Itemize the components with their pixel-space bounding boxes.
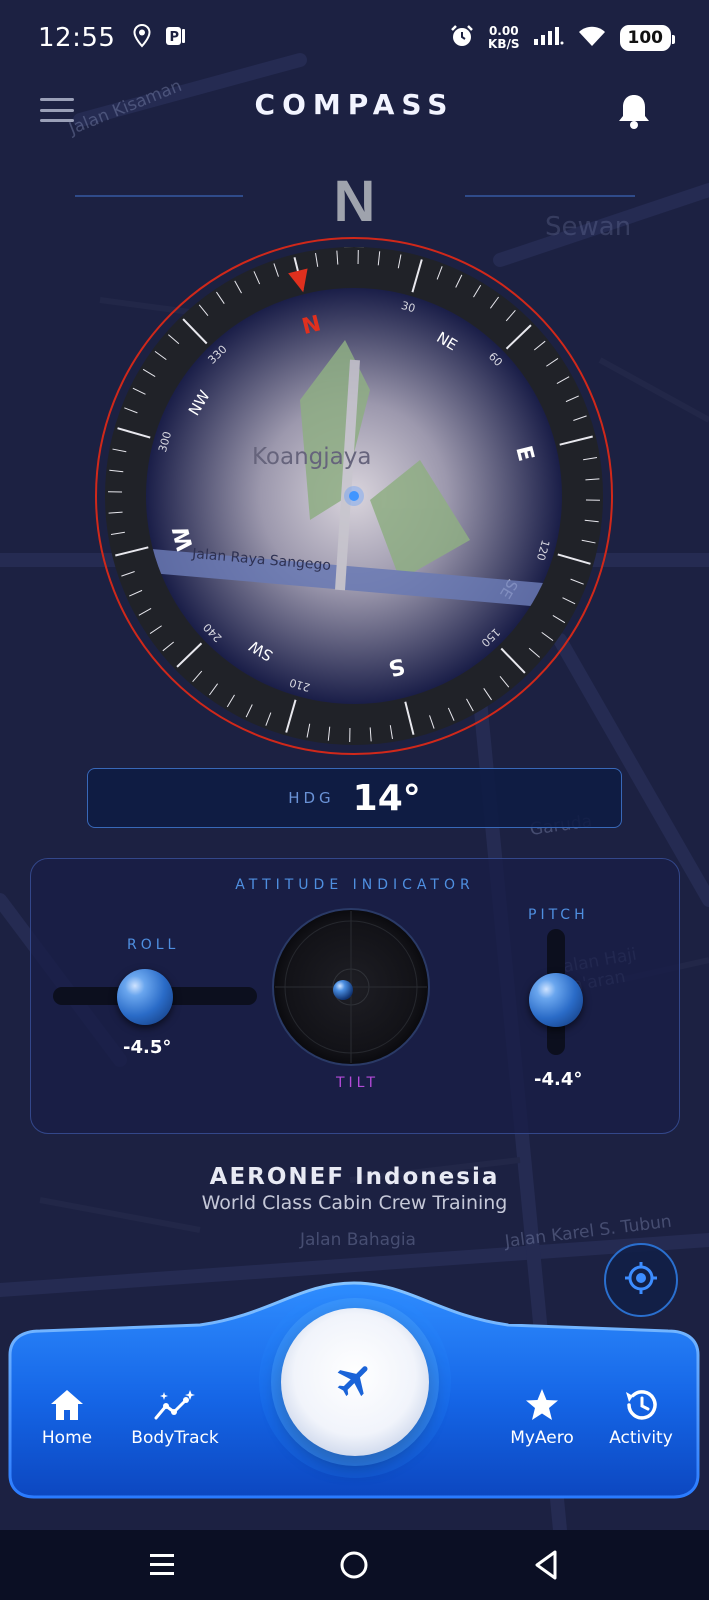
nav-activity-label: Activity xyxy=(609,1428,673,1448)
tilt-indicator xyxy=(271,907,431,1067)
heading-readout: HDG 14° xyxy=(87,768,622,828)
parking-app-icon: P xyxy=(165,26,187,50)
attitude-panel: ATTITUDE INDICATOR ROLL -4.5° TILT PITCH… xyxy=(30,858,680,1134)
net-speed-unit: KB/S xyxy=(488,37,520,51)
bottom-navigation: Home BodyTrack MyAero Activity xyxy=(0,1275,709,1535)
history-icon xyxy=(586,1385,696,1425)
alarm-icon xyxy=(450,24,474,52)
svg-text:P: P xyxy=(170,30,180,45)
roll-label: ROLL xyxy=(127,937,180,953)
app-header: COMPASS xyxy=(0,80,709,140)
attitude-title: ATTITUDE INDICATOR xyxy=(235,877,475,893)
compass-dial[interactable]: N NE E SE S SW W NW 30 60 120 150 210 240 300 330 Koang… xyxy=(0,160,709,760)
brand-tagline: World Class Cabin Crew Training xyxy=(201,1192,508,1214)
bell-icon[interactable] xyxy=(617,92,651,130)
map-label-place: Koangjaya xyxy=(252,444,372,470)
nav-home-label: Home xyxy=(41,1428,93,1448)
pitch-slider-knob[interactable] xyxy=(529,973,583,1027)
hdg-label: HDG xyxy=(288,789,335,807)
pitch-label: PITCH xyxy=(528,907,589,923)
tilt-label: TILT xyxy=(336,1075,380,1091)
home-icon xyxy=(12,1385,122,1425)
nav-myaero[interactable]: MyAero xyxy=(487,1385,597,1448)
location-pin-icon xyxy=(133,23,151,52)
nav-bodytrack[interactable]: BodyTrack xyxy=(120,1385,230,1448)
back-icon[interactable] xyxy=(527,1548,567,1582)
system-navigation-bar xyxy=(0,1530,709,1600)
center-flight-button[interactable] xyxy=(281,1308,429,1456)
brand-name: AERONEF Indonesia xyxy=(209,1164,500,1190)
net-speed: 0.00 KB/S xyxy=(488,25,519,51)
status-time: 12:55 xyxy=(38,23,116,53)
nav-activity[interactable]: Activity xyxy=(586,1385,696,1448)
hdg-value: 14° xyxy=(352,777,421,819)
nav-bodytrack-label: BodyTrack xyxy=(131,1428,219,1448)
pitch-value: -4.4° xyxy=(534,1069,583,1090)
signal-icon xyxy=(533,26,564,50)
airplane-icon xyxy=(334,1359,376,1405)
status-bar: 12:55 P 0.00 KB/S 100 xyxy=(0,0,709,76)
wifi-icon xyxy=(578,25,606,51)
battery-indicator: 100 xyxy=(619,25,675,51)
page-title: COMPASS xyxy=(254,88,455,121)
nav-home[interactable]: Home xyxy=(12,1385,122,1448)
recent-apps-icon[interactable] xyxy=(142,1548,182,1582)
star-icon xyxy=(487,1385,597,1425)
roll-slider-knob[interactable] xyxy=(117,969,173,1025)
roll-value: -4.5° xyxy=(123,1037,172,1058)
sparkle-chart-icon xyxy=(120,1385,230,1425)
home-circle-icon[interactable] xyxy=(334,1548,374,1582)
nav-myaero-label: MyAero xyxy=(510,1428,574,1448)
map-label-bahagia: Jalan Bahagia xyxy=(300,1230,416,1250)
